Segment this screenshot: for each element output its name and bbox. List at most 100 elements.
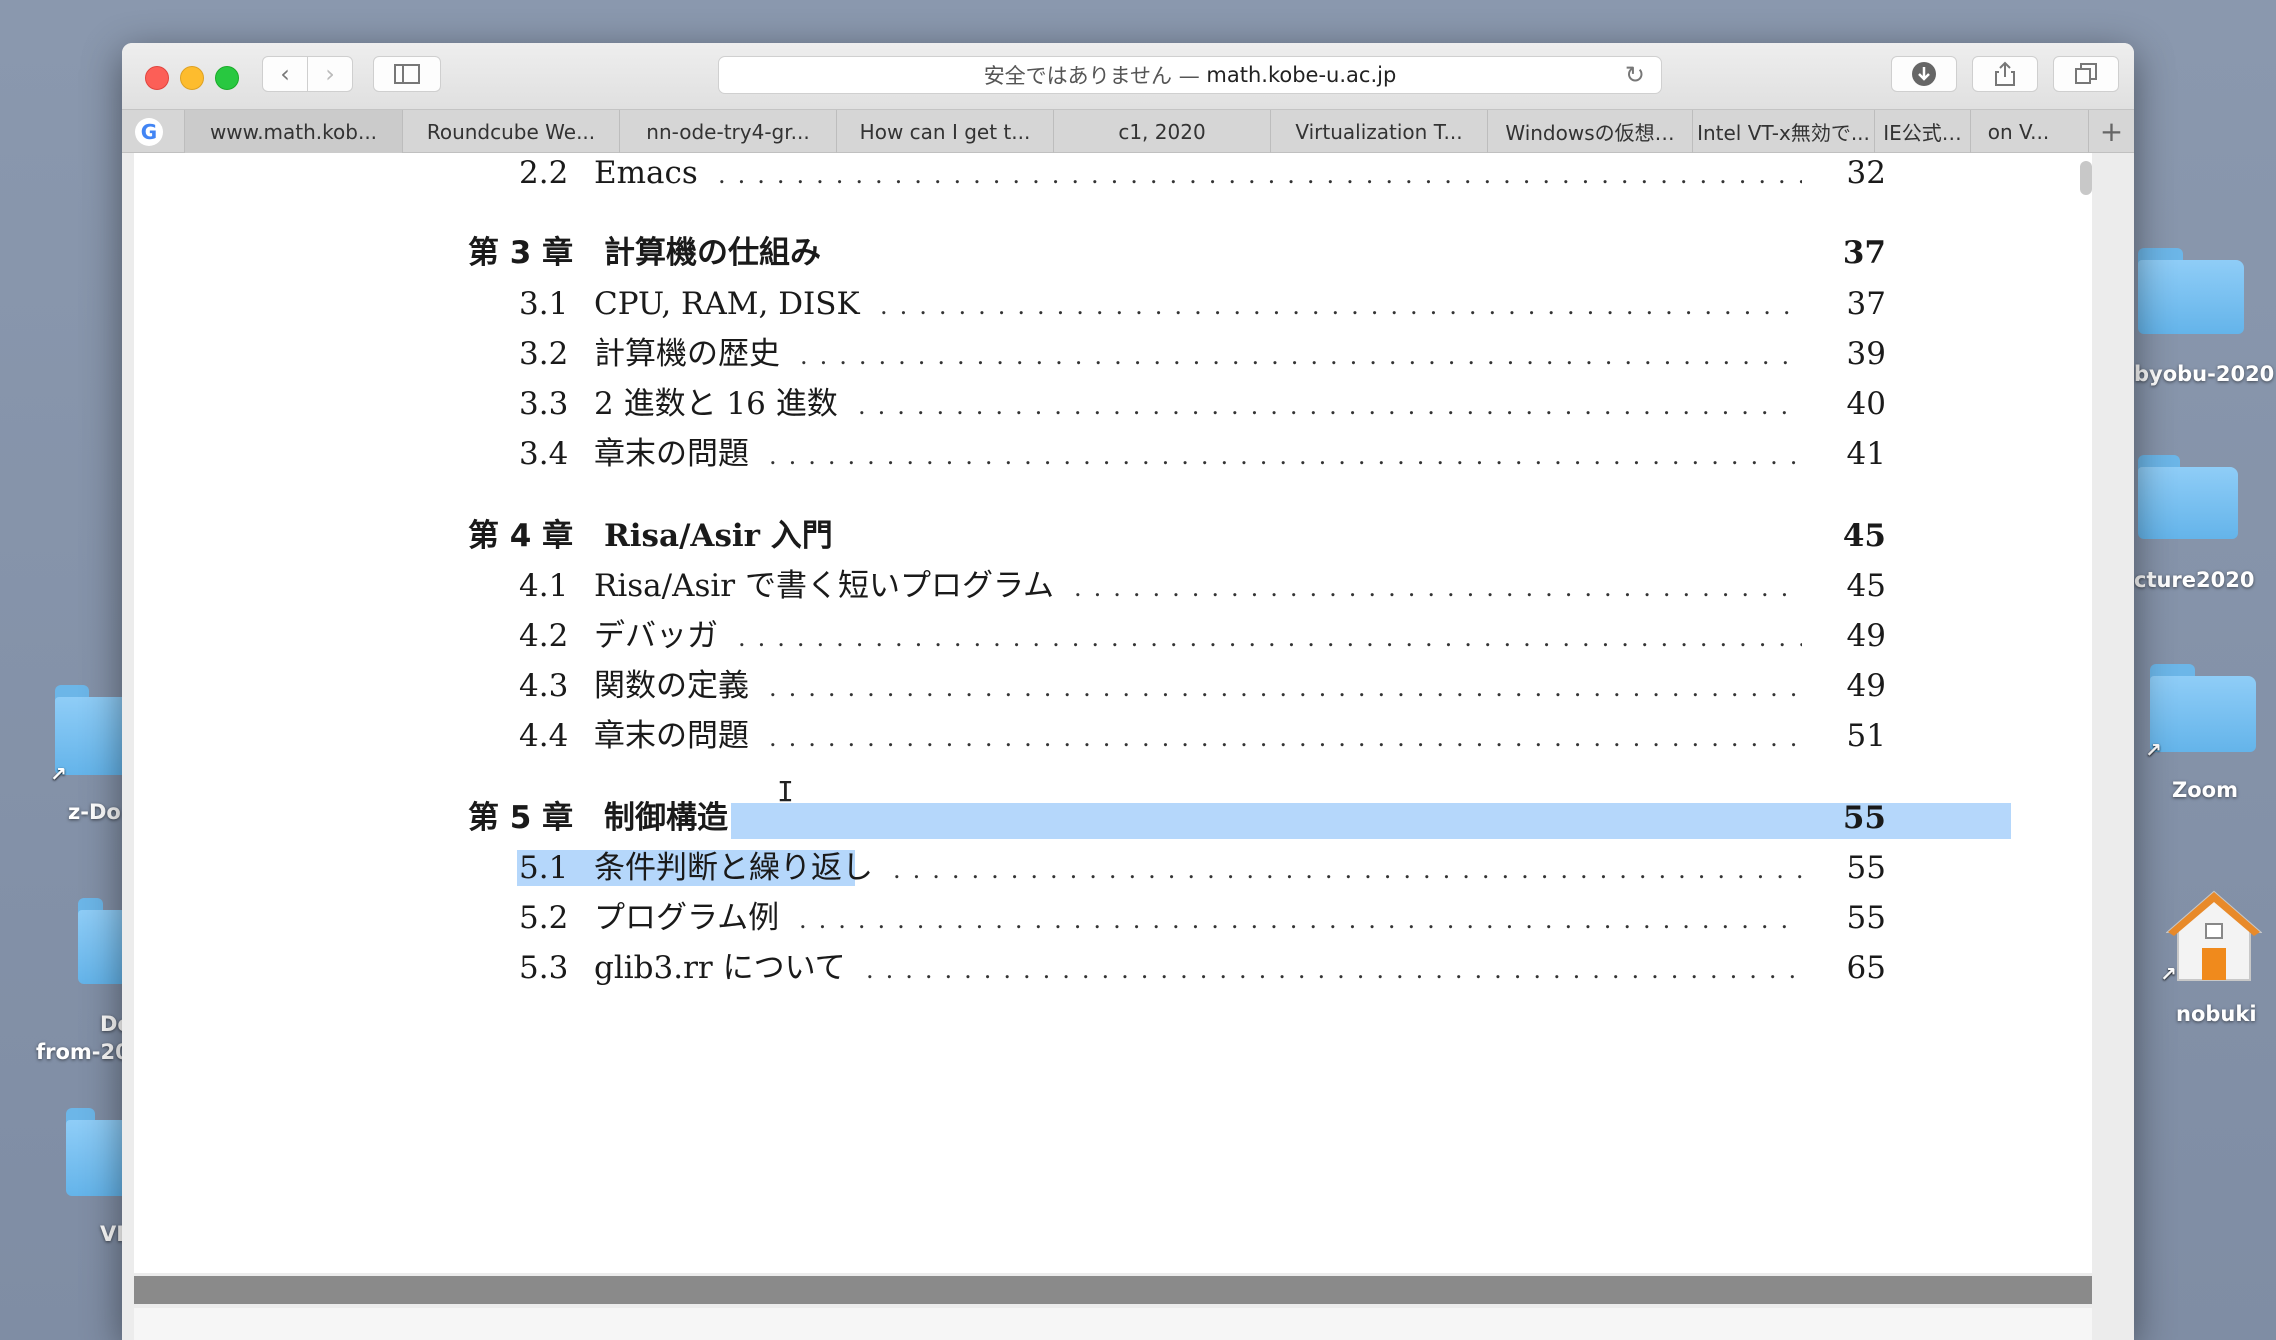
toolbar: ‹ › 安全ではありません — math.kobe-u.ac.jp ↻ <box>122 43 2134 109</box>
toc-title: Risa/Asir 入門 <box>604 518 833 554</box>
toc-leader-dots: ........................................… <box>858 392 1802 420</box>
toc-title: プログラム例 <box>594 900 780 936</box>
url-prefix: 安全ではありません — <box>983 64 1200 88</box>
address-bar[interactable]: 安全ではありません — math.kobe-u.ac.jp ↻ <box>718 56 1662 94</box>
toc-title: 章末の問題 <box>594 718 749 754</box>
pdf-viewer[interactable]: 2.2 Emacs 32..............................… <box>134 153 2092 1273</box>
toc-page-number: 65 <box>1846 950 1886 986</box>
tab[interactable]: Virtualization T... <box>1270 110 1487 153</box>
downloads-button[interactable] <box>1891 56 1957 92</box>
toc-chapter-row[interactable]: 第 4 章 Risa/Asir 入門 45 <box>134 516 2092 556</box>
toc-number: 5.3 <box>519 950 569 986</box>
toc-title: 計算機の歴史 <box>594 336 780 372</box>
toc-section-row[interactable]: 3.3 2 進数と 16 進数 40........................… <box>134 384 2092 424</box>
toc-section-row[interactable]: 5.3 glib3.rr について 65......................… <box>134 948 2092 988</box>
reload-icon[interactable]: ↻ <box>1625 61 1645 89</box>
toc-page-number: 40 <box>1846 386 1886 422</box>
toc-chapter-row[interactable]: 第 3 章計算機の仕組み 37 <box>134 233 2092 273</box>
back-button[interactable]: ‹ <box>262 56 308 92</box>
next-page <box>134 1308 2092 1340</box>
tab[interactable]: Roundcube We... <box>402 110 619 153</box>
tab[interactable]: Intel VT-x無効で... <box>1692 110 1874 153</box>
toc-section-row[interactable]: 4.4 章末の問題 51..............................… <box>134 716 2092 756</box>
toc-leader-dots: ........................................… <box>718 161 1802 189</box>
scrollbar-thumb[interactable] <box>2080 161 2092 195</box>
sidebar-button[interactable] <box>373 56 441 92</box>
toc-number: 5.1 <box>519 850 569 886</box>
toc-page-number: 49 <box>1846 618 1886 654</box>
toc-section-row[interactable]: 4.2 デバッガ 49...............................… <box>134 616 2092 656</box>
desktop-icon-label[interactable]: cture2020 <box>2134 568 2254 592</box>
text-cursor-icon: I <box>777 775 794 808</box>
toc-title: 計算機の仕組み <box>604 235 821 271</box>
toc-title: 2 進数と 16 進数 <box>594 386 838 422</box>
browser-window: ‹ › 安全ではありません — math.kobe-u.ac.jp ↻ G ww… <box>122 43 2134 1340</box>
toc-number: 第 5 章 <box>468 800 574 836</box>
toc-section-row[interactable]: 3.2 計算機の歴史 39.............................… <box>134 334 2092 374</box>
google-icon[interactable]: G <box>135 118 163 146</box>
toc-page-number: 55 <box>1842 800 1886 836</box>
toc-page-number: 39 <box>1846 336 1886 372</box>
toc-title: CPU, RAM, DISK <box>594 286 860 322</box>
toc-section-row[interactable]: 2.2 Emacs 32..............................… <box>134 153 2092 193</box>
toc-page-number: 55 <box>1846 900 1886 936</box>
folder-icon[interactable] <box>2138 248 2244 334</box>
desktop-icon-label[interactable]: VI <box>100 1222 124 1246</box>
toc-leader-dots: ........................................… <box>769 442 1802 470</box>
toc-title: 関数の定義 <box>594 668 749 704</box>
toc-leader-dots: ........................................… <box>880 292 1802 320</box>
url-host: math.kobe-u.ac.jp <box>1206 63 1397 87</box>
toc-title: Risa/Asir で書く短いプログラム <box>594 568 1055 604</box>
toc-number: 3.1 <box>519 286 569 322</box>
toc-number: 4.2 <box>519 618 569 654</box>
toc-page-number: 41 <box>1846 436 1886 472</box>
toc-leader-dots: ........................................… <box>769 724 1802 752</box>
zoom-button[interactable] <box>215 66 239 90</box>
toc-page-number: 45 <box>1842 518 1886 554</box>
toc-section-row[interactable]: 5.2 プログラム例 55.............................… <box>134 898 2092 938</box>
toc-number: 3.2 <box>519 336 569 372</box>
folder-icon[interactable] <box>2150 664 2256 752</box>
tabs-icon <box>2075 63 2097 84</box>
tab[interactable]: on V... <box>1970 110 2066 153</box>
toc-section-row[interactable]: 5.1 条件判断と繰り返し 55..........................… <box>134 848 2092 888</box>
toc-number: 4.3 <box>519 668 569 704</box>
toc-number: 第 4 章 <box>468 518 574 554</box>
toc-section-row[interactable]: 4.1 Risa/Asir で書く短いプログラム 45...............… <box>134 566 2092 606</box>
desktop-icon-label[interactable]: byobu-2020 <box>2134 362 2274 386</box>
toc-page-number: 37 <box>1846 286 1886 322</box>
toc-number: 2.2 <box>519 155 569 191</box>
toc-title: 条件判断と繰り返し <box>594 850 873 886</box>
tab[interactable]: How can I get t... <box>836 110 1053 153</box>
page-separator <box>134 1276 2092 1304</box>
home-folder-icon[interactable] <box>2166 888 2262 984</box>
tab[interactable]: Windowsの仮想… <box>1487 110 1692 153</box>
desktop-icon-label[interactable]: Zoom <box>2172 778 2238 802</box>
minimize-button[interactable] <box>180 66 204 90</box>
toc-chapter-row[interactable]: 第 5 章制御構造 55 <box>134 798 2092 838</box>
desktop-icon-label[interactable]: nobuki <box>2176 1002 2257 1026</box>
tab[interactable]: nn-ode-try4-gr... <box>619 110 836 153</box>
close-button[interactable] <box>145 66 169 90</box>
share-button[interactable] <box>1972 56 2038 92</box>
toc-number: 4.1 <box>519 568 569 604</box>
desktop-icon-label[interactable]: from-20 <box>36 1040 130 1064</box>
download-icon <box>1912 62 1936 86</box>
desktop-icon-label[interactable]: z-Do <box>68 800 121 824</box>
tab[interactable]: IE公式… <box>1874 110 1970 153</box>
toc-section-row[interactable]: 3.4 章末の問題 41..............................… <box>134 434 2092 474</box>
toc-title: 章末の問題 <box>594 436 749 472</box>
folder-icon[interactable] <box>2138 455 2238 539</box>
sidebar-icon <box>394 64 420 84</box>
toc-leader-dots: ........................................… <box>893 856 1802 884</box>
toc-title: Emacs <box>594 155 698 191</box>
toc-number: 3.4 <box>519 436 569 472</box>
toc-section-row[interactable]: 4.3 関数の定義 49..............................… <box>134 666 2092 706</box>
tab[interactable]: c1, 2020 <box>1053 110 1270 153</box>
tab[interactable]: www.math.kob... <box>184 110 402 153</box>
forward-button[interactable]: › <box>307 56 353 92</box>
new-tab-button[interactable]: + <box>2088 110 2134 153</box>
tabs-overview-button[interactable] <box>2053 56 2119 92</box>
toc-page-number: 55 <box>1846 850 1886 886</box>
toc-section-row[interactable]: 3.1 CPU, RAM, DISK 37.....................… <box>134 284 2092 324</box>
